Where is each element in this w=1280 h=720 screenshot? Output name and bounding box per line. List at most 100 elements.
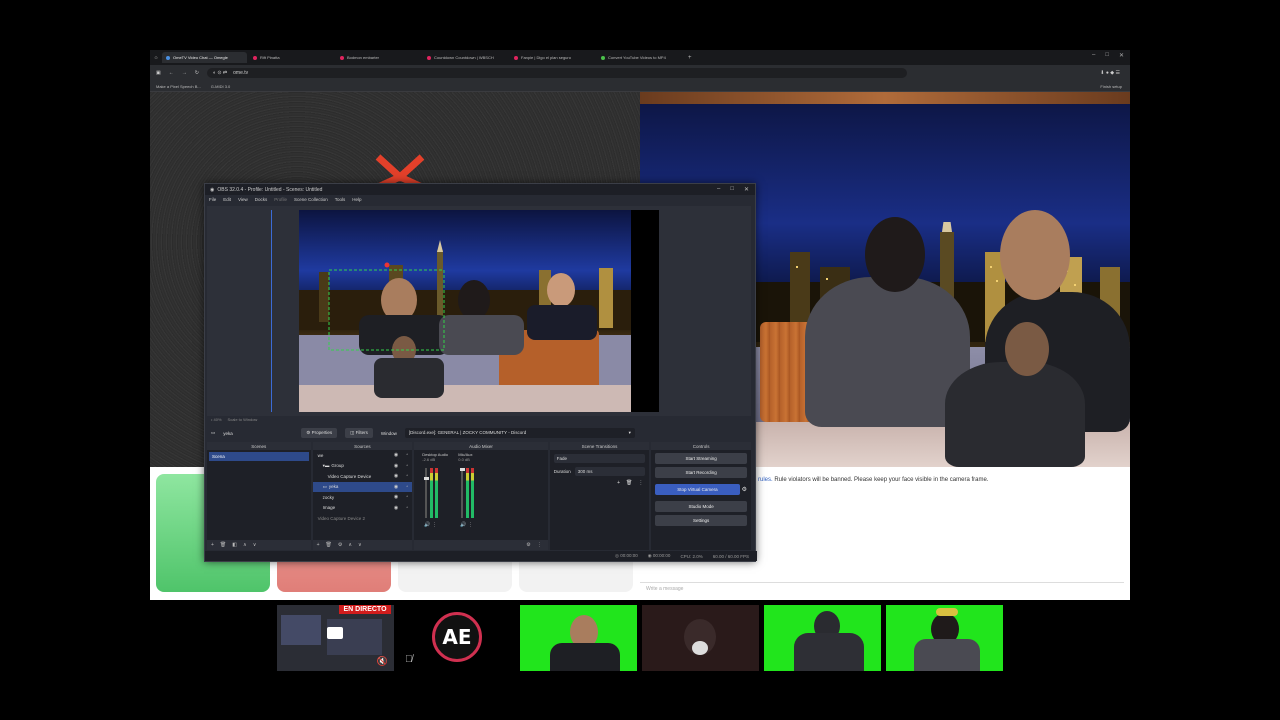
trash-icon[interactable]: 🗑: [326, 542, 332, 548]
duration-input[interactable]: 300 ms: [574, 467, 646, 476]
tab-convert[interactable]: Convert YouTube Videos to MP4: [597, 52, 682, 63]
message-input[interactable]: Write a message: [640, 582, 1124, 594]
move-up-icon[interactable]: ∧: [243, 542, 247, 548]
menu-help[interactable]: Help: [352, 197, 361, 202]
speaker-icon[interactable]: 🔊 ⋮: [460, 522, 473, 528]
browser-menu-icon[interactable]: ⊙: [150, 55, 162, 60]
properties-button[interactable]: ⚙ Properties: [301, 428, 338, 438]
lock-icon[interactable]: ▫: [406, 484, 408, 490]
fps-readout: 60.00 / 60.00 FPS: [712, 553, 749, 559]
gear-icon[interactable]: ⚙: [338, 542, 342, 548]
sidebar-toggle-icon[interactable]: ▣: [156, 70, 161, 76]
channel-db: 0.0 dB: [458, 457, 470, 462]
move-up-icon[interactable]: ∧: [348, 542, 352, 548]
start-recording-button[interactable]: Start Recording: [655, 467, 747, 478]
visibility-eye-icon[interactable]: ◉: [394, 452, 398, 458]
maximize-icon[interactable]: □: [1105, 52, 1109, 59]
finish-setup-button[interactable]: Finish setup: [1100, 84, 1122, 89]
scene-item[interactable]: Scena: [209, 452, 309, 461]
settings-button[interactable]: Settings: [655, 515, 747, 526]
source-item-selected[interactable]: ▭ yeka ◉ ▫: [312, 481, 413, 492]
speaker-icon[interactable]: 🔊 ⋮: [424, 522, 437, 528]
lock-icon[interactable]: ▫: [406, 452, 408, 458]
person-body: [914, 639, 980, 671]
mixer-channel-desktop: Desktop Audio -2.6 dB 🔊 ⋮: [422, 452, 456, 528]
source-item-hidden[interactable]: Video Capture Device 2: [313, 513, 413, 524]
obs-preview[interactable]: [207, 206, 751, 416]
gear-icon[interactable]: ⚙: [526, 542, 530, 548]
add-icon[interactable]: +: [617, 480, 620, 486]
banana-prop: [936, 608, 958, 616]
tab-label: Convert YouTube Videos to MP4: [608, 55, 666, 60]
volume-fader[interactable]: [459, 468, 465, 518]
lock-icon[interactable]: ▫: [406, 463, 408, 469]
move-down-icon[interactable]: ∨: [253, 542, 257, 548]
menu-profile[interactable]: Profile: [274, 197, 287, 202]
menu-tools[interactable]: Tools: [335, 197, 346, 202]
reload-icon[interactable]: ↻: [195, 70, 199, 76]
visibility-eye-icon[interactable]: ◉: [394, 494, 398, 500]
window-select[interactable]: [Discord.exe]: GENERAL | ZOCKY COMMUNITY…: [404, 428, 635, 438]
close-icon[interactable]: ✕: [1119, 52, 1124, 59]
source-item-group[interactable]: ▾▬ Group ◉ ▫: [313, 461, 413, 472]
tab-bar: ⊙ OmeTV Video Chat — Omegle Rift Pinatta…: [150, 50, 1130, 65]
source-item[interactable]: zocky ◉ ▫: [313, 492, 413, 503]
scenes-dock-header: Scenes: [207, 442, 311, 450]
site-info-icon[interactable]: ◐ ⊙ ⇄: [213, 70, 227, 76]
scale-mode[interactable]: Scale to Window: [228, 417, 258, 422]
menu-view[interactable]: View: [238, 197, 248, 202]
menu-edit[interactable]: Edit: [223, 197, 231, 202]
visibility-eye-icon[interactable]: ◉: [394, 484, 398, 490]
menu-file[interactable]: File: [209, 197, 216, 202]
url-field[interactable]: ◐ ⊙ ⇄ ome.tv: [206, 68, 907, 78]
minimize-icon[interactable]: –: [717, 186, 720, 193]
stop-virtual-camera-button[interactable]: Stop Virtual Camera: [655, 484, 740, 495]
tab-ometv[interactable]: OmeTV Video Chat — Omegle: [162, 52, 247, 63]
filters-button[interactable]: ◫ Filters: [345, 428, 373, 438]
more-icon[interactable]: ⋮: [537, 542, 542, 548]
menu-docks[interactable]: Docks: [255, 197, 268, 202]
trash-icon[interactable]: 🗑: [626, 480, 632, 486]
studio-mode-button[interactable]: Studio Mode: [655, 501, 747, 512]
zoom-level[interactable]: • 40%: [211, 417, 222, 422]
source-item[interactable]: Video Capture Device ◉ ▫: [313, 471, 413, 482]
tab-rift[interactable]: Rift Pinatta: [249, 52, 334, 63]
filter-icon[interactable]: ◧: [232, 542, 237, 548]
back-icon[interactable]: ←: [169, 70, 174, 76]
bookmark-item[interactable]: G-MIDI 3.0: [211, 84, 231, 89]
lock-icon[interactable]: ▫: [406, 505, 408, 511]
tab-countdown[interactable]: Countdown Countdown | WBSCH: [423, 52, 508, 63]
volume-fader[interactable]: [423, 468, 429, 518]
fader-knob[interactable]: [459, 468, 465, 471]
start-streaming-button[interactable]: Start Streaming: [655, 453, 747, 464]
extensions-icon[interactable]: ⬇ ● ◆ ☰: [1100, 70, 1120, 76]
bookmark-item[interactable]: Make a Pixel Speech B...: [156, 84, 201, 89]
move-down-icon[interactable]: ∨: [358, 542, 362, 548]
visibility-eye-icon[interactable]: ◉: [394, 473, 398, 479]
new-tab-icon[interactable]: +: [688, 55, 692, 61]
source-item[interactable]: Image ◉ ▫: [313, 503, 413, 514]
add-icon[interactable]: +: [317, 542, 320, 548]
lock-icon[interactable]: ▫: [406, 473, 408, 479]
trash-icon[interactable]: 🗑: [220, 542, 226, 548]
more-icon[interactable]: ⋮: [638, 480, 643, 486]
visibility-eye-icon[interactable]: ◉: [394, 463, 398, 469]
minimize-icon[interactable]: –: [1092, 52, 1095, 59]
tab-bodmon[interactable]: Bodmon embarter: [336, 52, 421, 63]
visibility-eye-icon[interactable]: ◉: [394, 505, 398, 511]
maximize-icon[interactable]: □: [730, 186, 734, 193]
transitions-dock-header: Scene Transitions: [549, 442, 650, 450]
add-icon[interactable]: +: [211, 542, 214, 548]
source-item[interactable]: we ◉ ▫: [313, 450, 413, 461]
transition-type-select[interactable]: Fade: [553, 454, 646, 463]
close-icon[interactable]: ✕: [744, 186, 749, 193]
forward-icon[interactable]: →: [182, 70, 187, 76]
rules-text: Rule violators will be banned. Please ke…: [772, 477, 989, 483]
gear-icon[interactable]: ⚙: [742, 486, 747, 493]
rules-link[interactable]: rules.: [758, 477, 773, 483]
fader-knob[interactable]: [423, 477, 429, 481]
menu-scene-collection[interactable]: Scene Collection: [294, 197, 328, 202]
tab-fanpie[interactable]: Fanpie | Digo el plan seguro: [510, 52, 595, 63]
obs-preview-canvas[interactable]: [299, 210, 631, 412]
lock-icon[interactable]: ▫: [406, 494, 408, 500]
